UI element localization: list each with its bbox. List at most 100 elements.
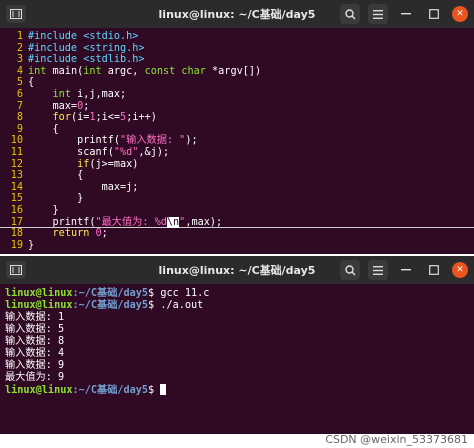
code-text: } [28, 205, 59, 217]
code-editor[interactable]: 1 #include <stdio.h> 2 #include <string.h> 3… [0, 28, 474, 251]
code-text: return 0; [28, 228, 108, 240]
line-number: 12 [10, 158, 23, 170]
code-text: int main(int argc, const char *argv[]) [28, 66, 261, 78]
code-line[interactable]: 8 for(i=1;i<=5;i++) [0, 112, 474, 124]
code-token: } [28, 193, 84, 205]
minimize-icon[interactable] [396, 260, 416, 280]
code-text: scanf("%d",&j); [28, 147, 169, 159]
code-line[interactable]: 10 printf("输入数据: "); [0, 135, 474, 147]
editor-titlebar[interactable]: linux@linux: ~/C基础/day5 ✕ [0, 0, 474, 28]
line-number: 8 [16, 112, 23, 124]
code-line[interactable]: 15 } [0, 193, 474, 205]
code-line[interactable]: 17 printf("最大值为: %d\n",max); [0, 216, 474, 229]
code-token: *argv[]) [205, 65, 262, 77]
hamburger-menu-icon[interactable] [368, 4, 388, 24]
code-token: ,&j); [138, 146, 170, 158]
code-token: scanf( [28, 146, 114, 158]
code-token: } [28, 204, 59, 216]
code-token: i,j,max; [70, 88, 127, 100]
code-token: } [28, 239, 35, 251]
code-token: #include <string.h> [28, 42, 145, 54]
line-number: 15 [10, 193, 23, 205]
code-line[interactable]: 7 max=0; [0, 101, 474, 113]
code-line[interactable]: 18 return 0; [0, 228, 474, 240]
terminal-title: linux@linux: ~/C基础/day5 [158, 264, 316, 277]
terminal-command-line: linux@linux:~/C基础/day5$ gcc 11.c [5, 288, 474, 300]
code-line[interactable]: 1 #include <stdio.h> [0, 31, 474, 43]
code-text: if(j>=max) [28, 159, 138, 171]
code-token: { [28, 123, 59, 135]
close-icon[interactable]: ✕ [452, 6, 468, 22]
terminal-output-line: 输入数据: 5 [5, 324, 65, 335]
maximize-icon[interactable] [424, 260, 444, 280]
hamburger-menu-icon[interactable] [368, 260, 388, 280]
terminal-output-line: 输入数据: 4 [5, 348, 65, 359]
code-token: #include <stdlib.h> [28, 54, 145, 66]
code-text: { [28, 124, 59, 136]
line-number: 2 [16, 42, 23, 54]
line-number: 19 [10, 239, 23, 251]
code-token: int [83, 65, 102, 77]
maximize-icon[interactable] [424, 4, 444, 24]
terminal-prompt-line[interactable]: linux@linux:~/C基础/day5$ [5, 384, 474, 396]
code-text: } [28, 240, 34, 252]
prompt-path: :~/C基础/day5 [72, 385, 149, 396]
code-token: ;i++) [126, 112, 157, 124]
minimize-icon[interactable] [396, 4, 416, 24]
code-text: } [28, 193, 83, 205]
close-icon[interactable]: ✕ [452, 262, 468, 278]
code-text: { [28, 170, 83, 182]
code-token: int [28, 65, 47, 77]
watermark: CSDN @weixin_53373681 [325, 433, 468, 446]
prompt-user: linux@linux [5, 300, 73, 311]
code-line[interactable]: 9 { [0, 124, 474, 136]
code-line[interactable]: 11 scanf("%d",&j); [0, 147, 474, 159]
code-token: int [52, 88, 71, 100]
code-line[interactable]: 3 #include <stdlib.h> [0, 54, 474, 66]
code-line[interactable]: 2 #include <string.h> [0, 43, 474, 55]
line-number: 1 [16, 31, 23, 42]
line-number: 5 [16, 77, 23, 89]
terminal-window: linux@linux: ~/C基础/day5 ✕ linux@linux:~/… [0, 256, 474, 434]
code-line[interactable]: 14 max=j; [0, 182, 474, 194]
code-line[interactable]: 5{ [0, 77, 474, 89]
new-tab-icon[interactable] [6, 5, 26, 23]
line-number: 13 [10, 170, 23, 182]
line-number: 17 [10, 216, 23, 228]
code-line[interactable]: 12 if(j>=max) [0, 159, 474, 171]
line-number: 10 [10, 135, 23, 147]
terminal-command-line: linux@linux:~/C基础/day5$ ./a.out [5, 300, 474, 312]
prompt-path: :~/C基础/day5 [72, 300, 149, 311]
code-text: #include <string.h> [28, 43, 145, 55]
code-token: ); [185, 135, 198, 147]
terminal-output[interactable]: linux@linux:~/C基础/day5$ gcc 11.c linux@l… [0, 284, 474, 396]
code-text: #include <stdlib.h> [28, 54, 145, 66]
code-token: main( [46, 65, 84, 77]
terminal-titlebar[interactable]: linux@linux: ~/C基础/day5 ✕ [0, 256, 474, 284]
code-text: max=j; [28, 182, 139, 194]
code-token: #include <stdio.h> [28, 31, 139, 42]
line-number: 4 [16, 65, 23, 77]
code-text: printf("输入数据: "); [28, 135, 198, 147]
editor-window: linux@linux: ~/C基础/day5 ✕ 1 #include <std… [0, 0, 474, 254]
new-tab-icon[interactable] [6, 261, 26, 279]
command-text: ./a.out [160, 300, 204, 311]
text-cursor [160, 384, 167, 395]
line-number: 11 [10, 146, 23, 158]
code-line[interactable]: 6 int i,j,max; [0, 89, 474, 101]
search-icon[interactable] [340, 260, 360, 280]
code-line[interactable]: 16 } [0, 205, 474, 217]
code-token: { [28, 77, 35, 89]
line-number: 16 [10, 204, 23, 216]
code-line[interactable]: 19} [0, 240, 474, 252]
code-token: "%d" [113, 146, 139, 158]
search-icon[interactable] [340, 4, 360, 24]
code-token: ; [83, 100, 90, 112]
code-token: argc, [101, 65, 145, 77]
code-line[interactable]: 13 { [0, 170, 474, 182]
prompt-symbol: $ [148, 288, 161, 299]
code-line[interactable]: 4 int main(int argc, const char *argv[]) [0, 66, 474, 78]
